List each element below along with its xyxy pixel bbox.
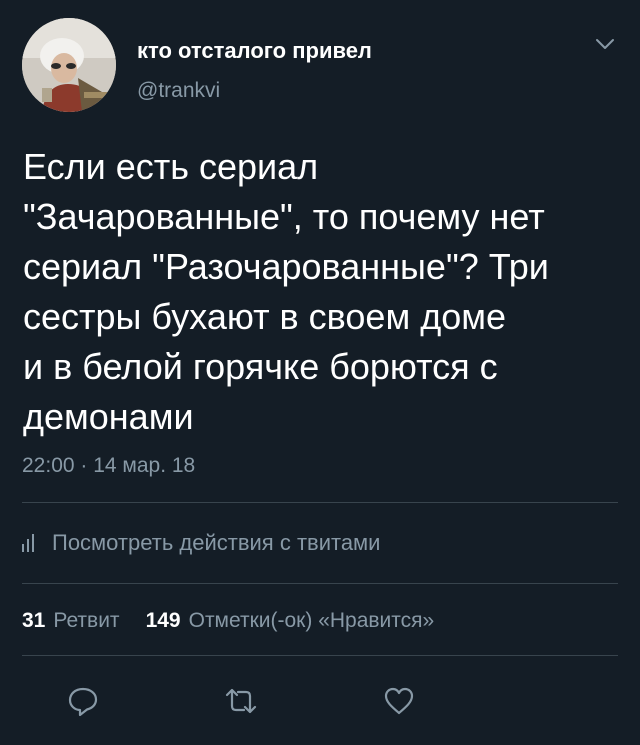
user-handle[interactable]: @trankvi bbox=[137, 79, 220, 103]
engagement-stats: 31 Ретвит 149 Отметки(-ок) «Нравится» bbox=[22, 609, 434, 633]
divider bbox=[22, 583, 618, 584]
retweets-stat[interactable]: 31 Ретвит bbox=[22, 609, 120, 633]
divider bbox=[22, 502, 618, 503]
likes-stat[interactable]: 149 Отметки(-ок) «Нравится» bbox=[146, 609, 435, 633]
avatar[interactable] bbox=[22, 18, 116, 112]
tweet-text-line: Если есть сериал bbox=[23, 146, 319, 187]
retweets-count: 31 bbox=[22, 609, 46, 632]
chevron-down-icon[interactable] bbox=[594, 36, 616, 52]
tweet-text-line: демонами bbox=[23, 396, 194, 437]
retweet-icon[interactable] bbox=[224, 684, 258, 718]
tweet-analytics-link[interactable]: Посмотреть действия с твитами bbox=[22, 528, 380, 558]
likes-count: 149 bbox=[145, 609, 181, 632]
display-name[interactable]: кто отсталого привел bbox=[137, 38, 372, 64]
tweet-text: Если есть сериал "Зачарованные", то поче… bbox=[23, 142, 618, 442]
reply-icon[interactable] bbox=[66, 684, 100, 718]
tweet-text-line: сестры бухают в своем доме bbox=[23, 296, 506, 337]
divider bbox=[22, 655, 618, 656]
heart-icon[interactable] bbox=[382, 684, 416, 718]
tweet-text-line: и в белой горячке борются с bbox=[23, 346, 498, 387]
likes-label: Отметки(-ок) «Нравится» bbox=[188, 609, 435, 632]
bar-chart-icon bbox=[22, 534, 34, 552]
tweet-detail: кто отсталого привел @trankvi Если есть … bbox=[0, 0, 640, 745]
tweet-timestamp[interactable]: 22:00 · 14 мар. 18 bbox=[22, 454, 195, 478]
retweets-label: Ретвит bbox=[53, 609, 120, 632]
tweet-text-line: сериал "Разочарованные"? Три bbox=[23, 246, 549, 287]
tweet-text-line: "Зачарованные", то почему нет bbox=[23, 196, 545, 237]
analytics-label: Посмотреть действия с твитами bbox=[52, 530, 381, 555]
